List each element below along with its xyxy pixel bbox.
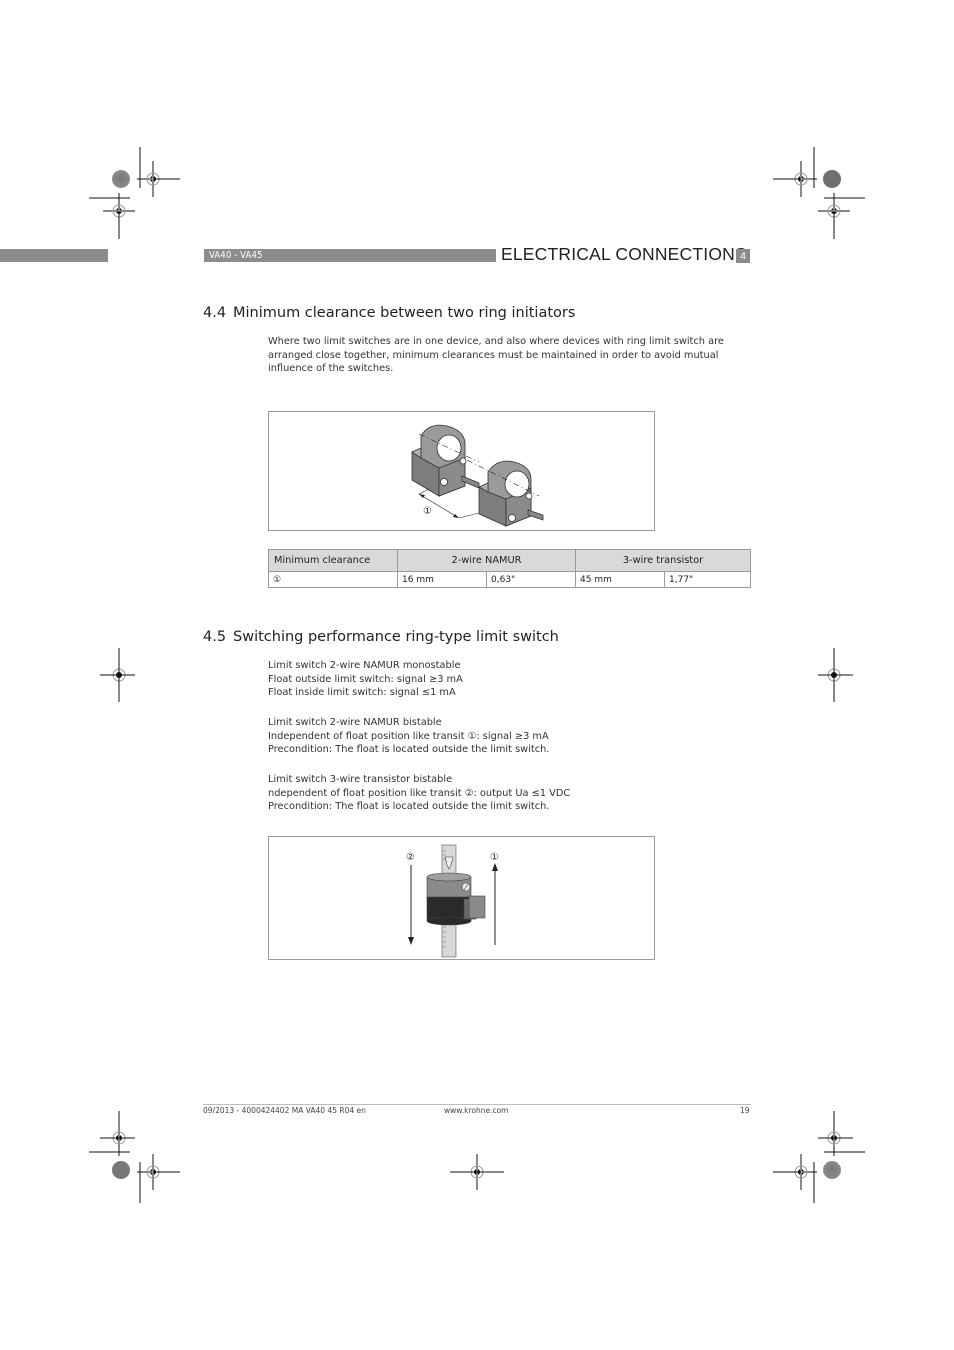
footer-divider: [203, 1104, 751, 1105]
figure-callout-1: ①: [423, 506, 432, 517]
chapter-title: ELECTRICAL CONNECTIONS: [501, 244, 747, 264]
column-header: 3-wire transistor: [575, 549, 751, 572]
crop-mark-bottom-center: [450, 1153, 504, 1191]
section-number: 4.4: [203, 305, 227, 321]
figure-ring-initiators-clearance: ①: [268, 411, 655, 531]
crop-mark-top-left: [89, 147, 180, 239]
text-line: Float outside limit switch: signal ≥3 mA: [268, 673, 463, 685]
intro-line: Where two limit switches are in one devi…: [268, 336, 724, 347]
section-title: Switching performance ring-type limit sw…: [233, 629, 559, 645]
text-line: Float inside limit switch: signal ≤1 mA: [268, 687, 456, 699]
text-line: Limit switch 2-wire NAMUR bistable: [268, 717, 442, 728]
text-line: Limit switch 2-wire NAMUR monostable: [268, 660, 461, 671]
header-band-left: [0, 249, 108, 262]
crop-mark-top-right: [773, 147, 865, 239]
page-number: 19: [740, 1106, 750, 1115]
arrow-down-icon: [408, 865, 414, 945]
section-heading-4-4: 4.4 Minimum clearance between two ring in…: [203, 305, 575, 321]
table-cell: 16 mm: [397, 571, 487, 588]
table-cell: 0,63": [486, 571, 576, 588]
figure-switching-performance: ② ①: [268, 836, 655, 960]
intro-line: arranged close together, minimum clearan…: [268, 349, 719, 361]
model-label: VA40 - VA45: [209, 250, 263, 261]
crop-mark-bottom-left: [89, 1111, 180, 1203]
print-registration-marks: [89, 147, 865, 1203]
section-number: 4.5: [203, 629, 227, 645]
column-header: 2-wire NAMUR: [397, 549, 576, 572]
ring-limit-switch: [426, 872, 486, 926]
ring-initiators-illustration: [411, 424, 544, 527]
section-heading-4-5: 4.5 Switching performance ring-type limit…: [203, 629, 559, 645]
footer-doc-ref: 09/2013 - 4000424402 MA VA40 45 R04 en: [203, 1106, 366, 1115]
figure-callout-1: ①: [490, 852, 499, 863]
text-line: ndependent of float position like transi…: [268, 787, 571, 799]
switching-block-namur-monostable: Limit switch 2-wire NAMUR monostable Flo…: [268, 659, 463, 700]
table-row: ① 16 mm 0,63" 45 mm 1,77": [268, 571, 751, 588]
text-line: Limit switch 3-wire transistor bistable: [268, 774, 453, 785]
crop-mark-bottom-right: [773, 1111, 865, 1203]
text-line: Precondition: The float is located outsi…: [268, 801, 550, 813]
section-4-4-intro: Where two limit switches are in one devi…: [268, 335, 724, 376]
text-line: Independent of float position like trans…: [268, 730, 549, 742]
table-header-row: Minimum clearance 2-wire NAMUR 3-wire tr…: [268, 549, 751, 572]
footer-website-link[interactable]: www.krohne.com: [444, 1106, 508, 1115]
table-cell: ①: [268, 571, 398, 588]
text-line: Precondition: The float is located outsi…: [268, 744, 550, 756]
limit-switch-illustration: [408, 844, 498, 958]
table-cell: 45 mm: [575, 571, 665, 588]
switching-block-transistor-bistable: Limit switch 3-wire transistor bistable …: [268, 773, 570, 814]
arrow-up-icon: [492, 863, 498, 945]
section-title: Minimum clearance between two ring initi…: [233, 305, 576, 321]
chapter-number-badge: 4: [736, 249, 750, 263]
intro-line: influence of the switches.: [268, 363, 394, 375]
column-header: Minimum clearance: [268, 549, 398, 572]
figure-callout-2: ②: [406, 852, 415, 863]
switching-block-namur-bistable: Limit switch 2-wire NAMUR bistable Indep…: [268, 716, 549, 757]
table-cell: 1,77": [664, 571, 751, 588]
ring-initiator-right: [478, 460, 544, 527]
minimum-clearance-table: Minimum clearance 2-wire NAMUR 3-wire tr…: [268, 549, 751, 588]
